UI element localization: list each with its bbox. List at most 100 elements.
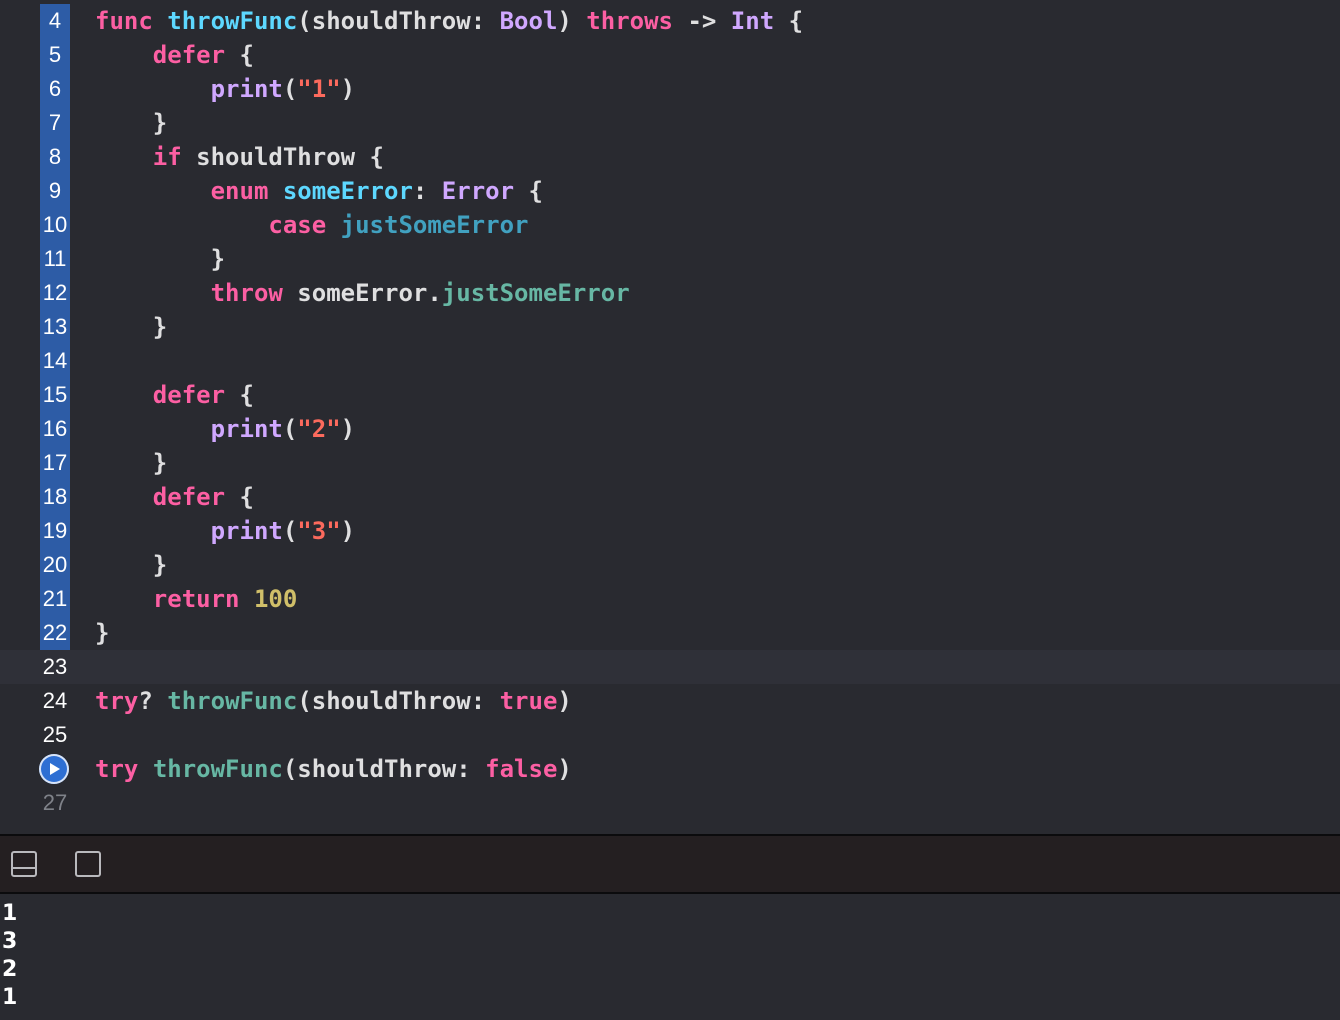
line-number[interactable]: 19 <box>40 514 70 548</box>
code-token: throwFunc <box>167 7 298 35</box>
code-line[interactable]: 27 <box>0 786 1340 820</box>
code-token: func <box>95 7 153 35</box>
code-text: try throwFunc(shouldThrow: false) <box>95 752 572 786</box>
code-line[interactable]: 9 enum someError: Error { <box>0 174 1340 208</box>
line-number[interactable]: 25 <box>40 718 70 752</box>
run-to-line-icon[interactable] <box>39 754 69 784</box>
console-line: 1 <box>2 985 18 1010</box>
code-line[interactable]: 18 defer { <box>0 480 1340 514</box>
code-line[interactable]: 17 } <box>0 446 1340 480</box>
code-token: ) <box>557 755 572 783</box>
debug-bar <box>0 836 1340 892</box>
code-line[interactable]: try throwFunc(shouldThrow: false) <box>0 752 1340 786</box>
code-token: someError <box>282 177 413 205</box>
line-number[interactable]: 13 <box>40 310 70 344</box>
code-text: } <box>95 242 225 276</box>
code-line[interactable]: 8 if shouldThrow { <box>0 140 1340 174</box>
line-number[interactable]: 15 <box>40 378 70 412</box>
code-line[interactable]: 22} <box>0 616 1340 650</box>
code-line[interactable]: 14 <box>0 344 1340 378</box>
code-token: -> <box>673 7 731 35</box>
code-token: { <box>225 381 254 409</box>
code-token: Bool <box>499 7 558 35</box>
panel-bottom-icon[interactable] <box>11 851 37 877</box>
code-token: try <box>95 755 139 783</box>
code-token: } <box>95 245 226 273</box>
line-number[interactable]: 23 <box>40 650 70 684</box>
code-line[interactable]: 16 print("2") <box>0 412 1340 446</box>
line-number[interactable]: 4 <box>40 4 70 38</box>
code-line[interactable]: 21 return 100 <box>0 582 1340 616</box>
code-token: 100 <box>253 585 298 613</box>
code-text: print("1") <box>95 72 356 106</box>
code-token: "2" <box>297 415 341 443</box>
line-number[interactable]: 11 <box>40 242 70 276</box>
code-token: } <box>95 619 110 647</box>
line-number[interactable]: 10 <box>40 208 70 242</box>
code-token: ) <box>340 517 356 545</box>
code-token: defer <box>152 381 226 409</box>
code-text: } <box>95 310 167 344</box>
code-token: false <box>485 755 558 783</box>
code-token: { <box>774 7 804 35</box>
code-token: throwFunc <box>152 755 283 783</box>
code-text: } <box>95 446 167 480</box>
code-line[interactable]: 7 } <box>0 106 1340 140</box>
panel-square-icon[interactable] <box>75 851 101 877</box>
line-number[interactable]: 7 <box>40 106 70 140</box>
code-token: print <box>210 415 283 443</box>
code-line[interactable]: 11 } <box>0 242 1340 276</box>
current-line[interactable]: 23 <box>0 650 1340 684</box>
line-number[interactable]: 17 <box>40 446 70 480</box>
code-token: ( <box>282 75 298 103</box>
code-text: } <box>95 616 109 650</box>
line-number[interactable]: 24 <box>40 684 70 718</box>
code-line[interactable]: 25 <box>0 718 1340 752</box>
code-line[interactable]: 13 } <box>0 310 1340 344</box>
line-number[interactable]: 8 <box>40 140 70 174</box>
code-token: someError. <box>282 279 442 307</box>
line-number[interactable]: 5 <box>40 38 70 72</box>
code-token: } <box>95 449 168 477</box>
code-token: } <box>95 109 168 137</box>
code-line[interactable]: 24 try? throwFunc(shouldThrow: true) <box>0 684 1340 718</box>
code-token: { <box>225 483 254 511</box>
line-number[interactable]: 6 <box>40 72 70 106</box>
line-number[interactable]: 16 <box>40 412 70 446</box>
code-token: shouldThrow { <box>181 143 384 171</box>
code-line[interactable]: 19 print("3") <box>0 514 1340 548</box>
line-number[interactable]: 21 <box>40 582 70 616</box>
code-token: } <box>95 313 168 341</box>
code-token: throwFunc <box>167 687 298 715</box>
code-line[interactable]: 4 func throwFunc(shouldThrow: Bool) throw… <box>0 4 1340 38</box>
line-number[interactable]: 9 <box>40 174 70 208</box>
code-line[interactable]: 20 } <box>0 548 1340 582</box>
code-token: print <box>210 75 283 103</box>
code-line[interactable]: 6 print("1") <box>0 72 1340 106</box>
line-number[interactable]: 22 <box>40 616 70 650</box>
console-output[interactable]: 1 3 2 1 <box>0 894 1340 1020</box>
source-editor[interactable]: 4 func throwFunc(shouldThrow: Bool) throw… <box>0 0 1340 834</box>
line-number[interactable]: 14 <box>40 344 70 378</box>
code-line[interactable]: 10 case justSomeError <box>0 208 1340 242</box>
line-number[interactable]: 12 <box>40 276 70 310</box>
code-token: return <box>152 585 240 613</box>
code-line[interactable]: 5 defer { <box>0 38 1340 72</box>
code-token: defer <box>152 41 226 69</box>
line-number[interactable]: 18 <box>40 480 70 514</box>
code-text: print("2") <box>95 412 356 446</box>
code-line[interactable]: 15 defer { <box>0 378 1340 412</box>
code-line[interactable]: 12 throw someError.justSomeError <box>0 276 1340 310</box>
line-number[interactable]: 27 <box>40 786 70 820</box>
line-number[interactable]: 20 <box>40 548 70 582</box>
